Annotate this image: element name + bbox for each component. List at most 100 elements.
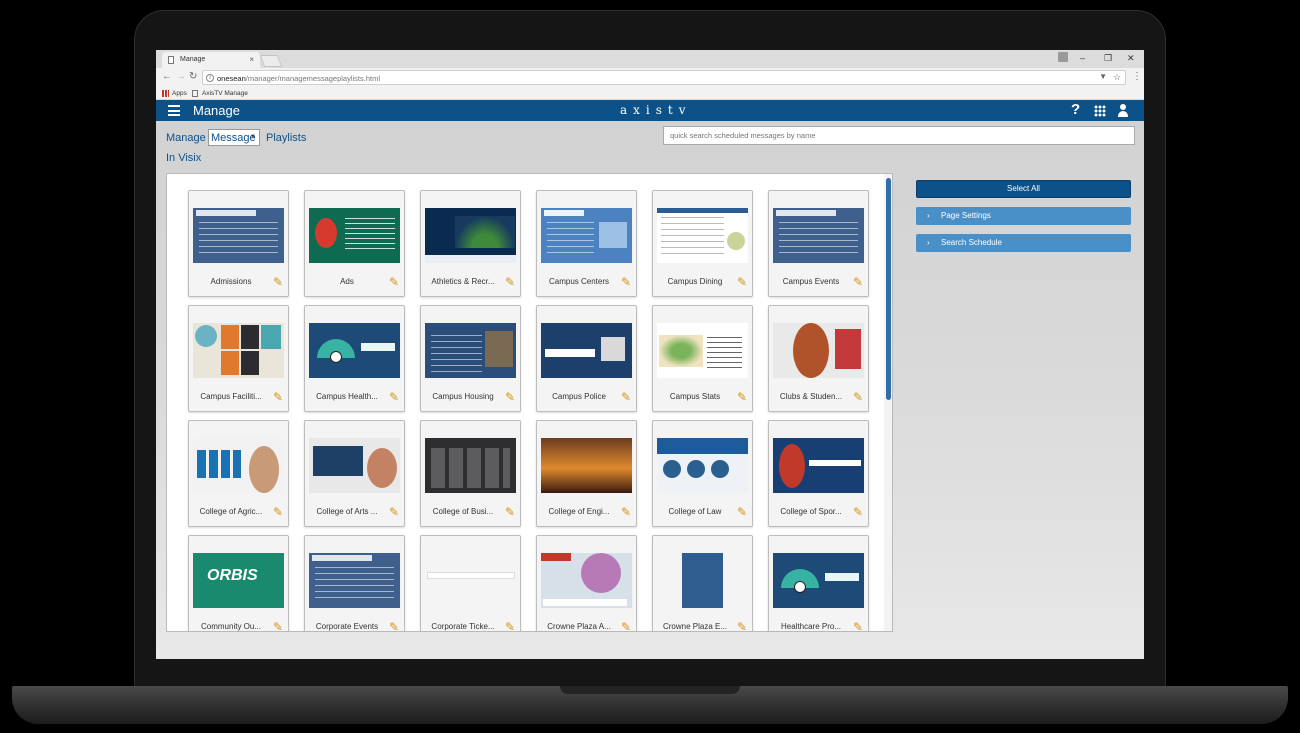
playlist-thumbnail[interactable]	[657, 438, 748, 493]
playlist-card[interactable]: Ads ✎	[304, 190, 405, 297]
window-close-button[interactable]: ✕	[1127, 53, 1135, 64]
playlist-card[interactable]: College of Law ✎	[652, 420, 753, 527]
playlist-card[interactable]: College of Engi... ✎	[536, 420, 637, 527]
message-type-select[interactable]: Message ▼	[208, 129, 260, 146]
scrollbar[interactable]	[884, 174, 892, 631]
playlist-card[interactable]: Campus Police ✎	[536, 305, 637, 412]
playlist-card[interactable]: Campus Housing ✎	[420, 305, 521, 412]
edit-pencil-icon[interactable]: ✎	[505, 276, 518, 289]
playlist-thumbnail[interactable]	[193, 323, 284, 378]
playlist-thumbnail[interactable]	[193, 208, 284, 263]
edit-pencil-icon[interactable]: ✎	[621, 391, 634, 404]
playlist-thumbnail[interactable]	[309, 323, 400, 378]
edit-pencil-icon[interactable]: ✎	[273, 276, 286, 289]
playlist-thumbnail[interactable]	[541, 323, 632, 378]
filter-icon[interactable]: ▼	[1099, 72, 1107, 81]
edit-pencil-icon[interactable]: ✎	[737, 506, 750, 519]
edit-pencil-icon[interactable]: ✎	[737, 276, 750, 289]
search-input[interactable]	[663, 126, 1135, 145]
breadcrumb-playlists[interactable]: Playlists	[266, 132, 306, 144]
minimize-button[interactable]: –	[1080, 53, 1085, 63]
playlist-thumbnail[interactable]	[425, 553, 516, 608]
edit-pencil-icon[interactable]: ✎	[389, 621, 402, 631]
playlist-thumbnail[interactable]	[541, 208, 632, 263]
edit-pencil-icon[interactable]: ✎	[505, 391, 518, 404]
playlist-card[interactable]: Clubs & Studen... ✎	[768, 305, 869, 412]
playlist-card[interactable]: Campus Events ✎	[768, 190, 869, 297]
edit-pencil-icon[interactable]: ✎	[853, 621, 866, 631]
edit-pencil-icon[interactable]: ✎	[505, 506, 518, 519]
playlist-thumbnail[interactable]	[309, 553, 400, 608]
playlist-thumbnail[interactable]	[541, 438, 632, 493]
edit-pencil-icon[interactable]: ✎	[621, 506, 634, 519]
playlist-card[interactable]: Campus Faciliti... ✎	[188, 305, 289, 412]
edit-pencil-icon[interactable]: ✎	[389, 276, 402, 289]
playlist-card[interactable]: Corporate Events ✎	[304, 535, 405, 631]
scrollbar-thumb[interactable]	[886, 178, 891, 400]
edit-pencil-icon[interactable]: ✎	[273, 621, 286, 631]
edit-pencil-icon[interactable]: ✎	[853, 391, 866, 404]
playlist-card[interactable]: Corporate Ticke... ✎	[420, 535, 521, 631]
browser-tab[interactable]: Manage ×	[162, 52, 260, 68]
playlist-card[interactable]: College of Arts ... ✎	[304, 420, 405, 527]
playlist-thumbnail[interactable]	[309, 438, 400, 493]
browser-menu-icon[interactable]: ⋮	[1132, 71, 1142, 82]
edit-pencil-icon[interactable]: ✎	[737, 391, 750, 404]
playlist-thumbnail[interactable]	[657, 553, 748, 608]
bookmark-apps[interactable]: Apps	[172, 90, 187, 97]
playlist-thumbnail[interactable]	[193, 438, 284, 493]
edit-pencil-icon[interactable]: ✎	[273, 506, 286, 519]
playlist-card[interactable]: Healthcare Pro... ✎	[768, 535, 869, 631]
select-all-button[interactable]: Select All	[916, 180, 1131, 198]
playlist-card[interactable]: Campus Stats ✎	[652, 305, 753, 412]
playlist-card[interactable]: Crowne Plaza E... ✎	[652, 535, 753, 631]
edit-pencil-icon[interactable]: ✎	[621, 621, 634, 631]
maximize-button[interactable]: ❐	[1104, 53, 1112, 64]
profile-icon[interactable]	[1058, 52, 1068, 62]
edit-pencil-icon[interactable]: ✎	[737, 621, 750, 631]
playlist-card[interactable]: Campus Health... ✎	[304, 305, 405, 412]
address-bar[interactable]: i onesean/manager/managemessageplaylists…	[202, 70, 1126, 85]
menu-icon[interactable]	[168, 105, 180, 116]
playlist-card[interactable]: Campus Centers ✎	[536, 190, 637, 297]
user-icon[interactable]	[1117, 104, 1129, 117]
info-icon[interactable]: i	[206, 74, 214, 82]
breadcrumb-manage[interactable]: Manage	[166, 132, 206, 144]
playlist-card[interactable]: Crowne Plaza A... ✎	[536, 535, 637, 631]
reload-icon[interactable]: ↻	[189, 71, 197, 82]
playlist-card[interactable]: College of Agric... ✎	[188, 420, 289, 527]
playlist-thumbnail[interactable]	[773, 438, 864, 493]
playlist-thumbnail[interactable]	[773, 323, 864, 378]
playlist-thumbnail[interactable]	[773, 208, 864, 263]
playlist-thumbnail[interactable]	[657, 323, 748, 378]
edit-pencil-icon[interactable]: ✎	[853, 276, 866, 289]
edit-pencil-icon[interactable]: ✎	[389, 506, 402, 519]
playlist-thumbnail[interactable]	[425, 208, 516, 263]
playlist-thumbnail[interactable]	[773, 553, 864, 608]
help-icon[interactable]: ?	[1071, 101, 1080, 118]
playlist-card[interactable]: Athletics & Recr... ✎	[420, 190, 521, 297]
edit-pencil-icon[interactable]: ✎	[273, 391, 286, 404]
edit-pencil-icon[interactable]: ✎	[505, 621, 518, 631]
playlist-card[interactable]: Campus Dining ✎	[652, 190, 753, 297]
bookmark-axistv-manage[interactable]: AxisTV Manage	[202, 90, 248, 97]
close-tab-icon[interactable]: ×	[249, 55, 254, 64]
playlist-card[interactable]: ORBIS Community Ou... ✎	[188, 535, 289, 631]
search-schedule-accordion[interactable]: › Search Schedule	[916, 234, 1131, 252]
playlist-thumbnail[interactable]	[657, 208, 748, 263]
playlist-card[interactable]: College of Spor... ✎	[768, 420, 869, 527]
edit-pencil-icon[interactable]: ✎	[389, 391, 402, 404]
playlist-card[interactable]: College of Busi... ✎	[420, 420, 521, 527]
edit-pencil-icon[interactable]: ✎	[853, 506, 866, 519]
playlist-thumbnail[interactable]	[541, 553, 632, 608]
apps-grid-icon[interactable]	[1094, 105, 1106, 117]
edit-pencil-icon[interactable]: ✎	[621, 276, 634, 289]
playlist-card[interactable]: Admissions ✎	[188, 190, 289, 297]
bookmark-star-icon[interactable]: ☆	[1113, 72, 1121, 83]
page-settings-accordion[interactable]: › Page Settings	[916, 207, 1131, 225]
back-icon[interactable]: ←	[162, 71, 172, 82]
playlist-thumbnail[interactable]	[425, 438, 516, 493]
playlist-thumbnail[interactable]	[309, 208, 400, 263]
forward-icon[interactable]: →	[176, 71, 186, 82]
new-tab-button[interactable]	[259, 55, 283, 67]
